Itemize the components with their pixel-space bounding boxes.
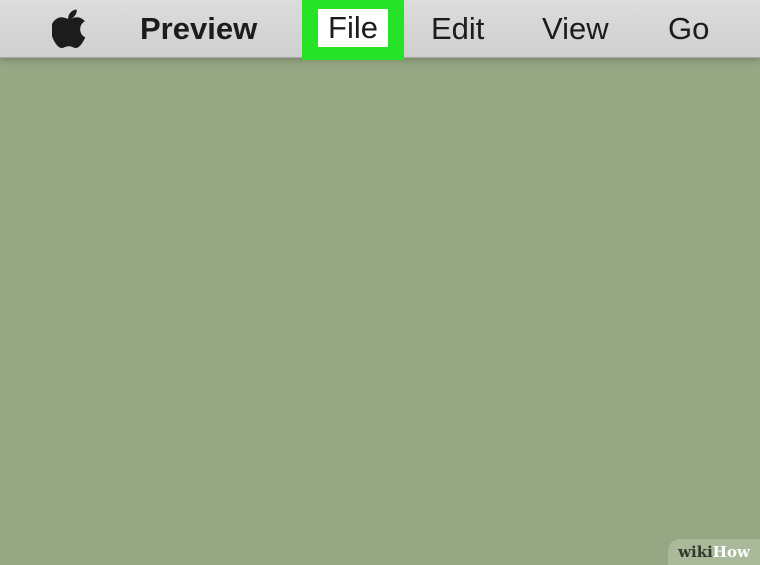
menu-file[interactable]: File [302,0,404,60]
desktop-background [0,58,760,565]
menu-go[interactable]: Go [668,0,709,57]
menu-app-preview[interactable]: Preview [140,0,257,57]
menu-file-label: File [318,9,388,47]
menu-bar: Preview File Edit View Go [0,0,760,60]
wikihow-watermark: wikiHow [668,539,760,565]
watermark-wiki: wiki [678,543,713,561]
watermark-how: How [712,543,750,561]
apple-logo-icon[interactable] [51,9,88,49]
menu-view[interactable]: View [542,0,609,57]
menu-edit[interactable]: Edit [431,0,484,57]
